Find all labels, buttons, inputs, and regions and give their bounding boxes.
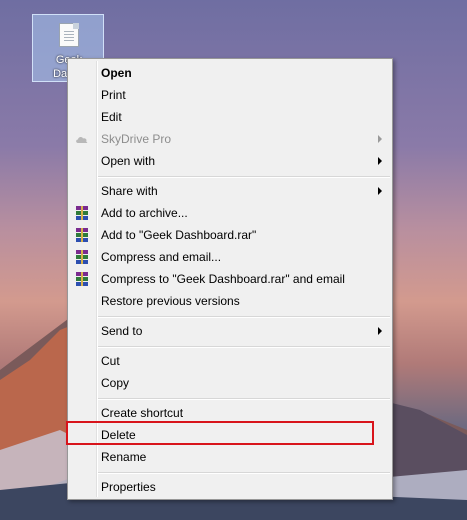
delete-highlight-box xyxy=(66,421,374,445)
menu-item-properties[interactable]: Properties xyxy=(70,476,390,498)
menu-item-label: Share with xyxy=(101,184,158,198)
menu-item-restore-previous-versions[interactable]: Restore previous versions xyxy=(70,290,390,312)
menu-item-edit[interactable]: Edit xyxy=(70,106,390,128)
menu-separator xyxy=(98,316,390,318)
menu-separator xyxy=(98,398,390,400)
submenu-arrow-icon xyxy=(378,135,382,143)
menu-item-label: Compress and email... xyxy=(101,250,222,264)
menu-item-compress-to-rar-and-email[interactable]: Compress to "Geek Dashboard.rar" and ema… xyxy=(70,268,390,290)
menu-item-label: Send to xyxy=(101,324,143,338)
menu-item-label: SkyDrive Pro xyxy=(101,132,172,146)
menu-item-label: Open xyxy=(101,66,132,80)
menu-item-add-to-rar[interactable]: Add to "Geek Dashboard.rar" xyxy=(70,224,390,246)
submenu-arrow-icon xyxy=(378,327,382,335)
menu-item-label: Compress to "Geek Dashboard.rar" and ema… xyxy=(101,272,345,286)
winrar-icon xyxy=(76,206,88,220)
menu-item-add-to-archive[interactable]: Add to archive... xyxy=(70,202,390,224)
menu-item-open[interactable]: Open xyxy=(70,62,390,84)
submenu-arrow-icon xyxy=(378,187,382,195)
menu-item-print[interactable]: Print xyxy=(70,84,390,106)
menu-item-label: Add to "Geek Dashboard.rar" xyxy=(101,228,257,242)
menu-item-label: Rename xyxy=(101,450,147,464)
menu-item-share-with[interactable]: Share with xyxy=(70,180,390,202)
menu-separator xyxy=(98,176,390,178)
menu-item-send-to[interactable]: Send to xyxy=(70,320,390,342)
menu-item-label: Print xyxy=(101,88,126,102)
menu-item-open-with[interactable]: Open with xyxy=(70,150,390,172)
menu-item-label: Edit xyxy=(101,110,122,124)
winrar-icon xyxy=(76,250,88,264)
menu-item-copy[interactable]: Copy xyxy=(70,372,390,394)
winrar-icon xyxy=(76,228,88,242)
menu-item-label: Add to archive... xyxy=(101,206,188,220)
winrar-icon xyxy=(76,272,88,286)
menu-separator xyxy=(98,472,390,474)
menu-item-label: Restore previous versions xyxy=(101,294,240,308)
menu-item-rename[interactable]: Rename xyxy=(70,446,390,468)
document-icon xyxy=(59,23,79,47)
menu-item-compress-and-email[interactable]: Compress and email... xyxy=(70,246,390,268)
menu-item-label: Properties xyxy=(101,480,156,494)
menu-item-skydrive-pro[interactable]: SkyDrive Pro xyxy=(70,128,390,150)
menu-separator xyxy=(98,346,390,348)
submenu-arrow-icon xyxy=(378,157,382,165)
menu-item-label: Open with xyxy=(101,154,156,168)
menu-item-label: Copy xyxy=(101,376,130,390)
menu-item-cut[interactable]: Cut xyxy=(70,350,390,372)
menu-item-label: Cut xyxy=(101,354,120,368)
cloud-icon xyxy=(76,137,88,143)
